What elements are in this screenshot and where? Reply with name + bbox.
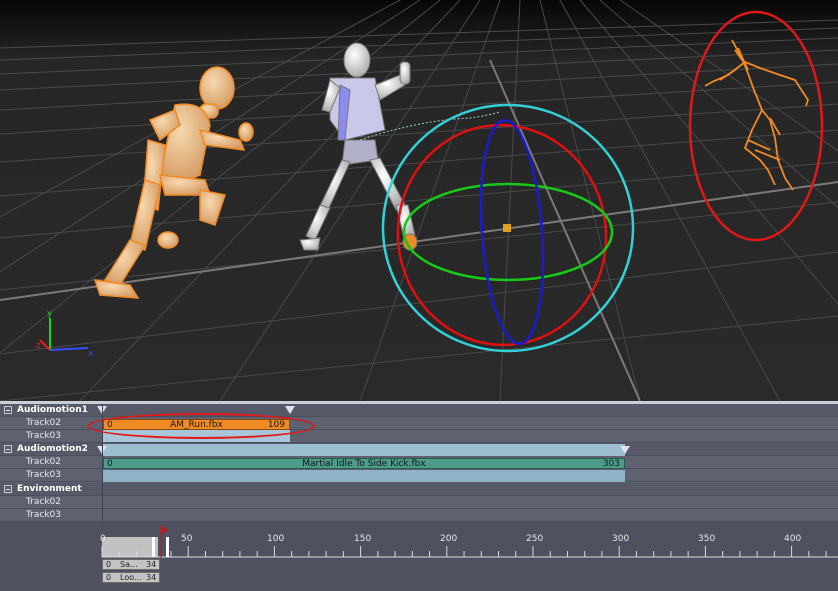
cue-start: 0: [106, 573, 112, 582]
track-label: Track03: [26, 431, 62, 441]
track-label: Track02: [26, 457, 62, 467]
clip-span-run: [103, 430, 290, 442]
axis-label-y: y: [47, 309, 53, 319]
cue-name: Sa...: [120, 560, 138, 569]
clip-name: Martial Idle To Side Kick.fbx: [302, 459, 426, 469]
ruler-tick-label: 200: [440, 534, 458, 544]
3d-viewport[interactable]: y z x: [0, 0, 838, 401]
clip-end-marker[interactable]: [620, 446, 630, 454]
cue-name: Loo...: [120, 573, 142, 582]
cue-start: 0: [106, 560, 112, 569]
cue-end: 34: [146, 560, 157, 569]
track-editor[interactable]: Audiomotion1 Track02 Track03 Audiomotion…: [0, 404, 838, 522]
collapse-toggle-icon[interactable]: [4, 406, 12, 414]
track-group-audiomotion1[interactable]: Audiomotion1: [0, 404, 838, 417]
ruler-tick-label: 150: [354, 534, 372, 544]
axis-label-z: z: [36, 341, 41, 351]
track-row[interactable]: Track03: [0, 509, 838, 522]
group-label: Environment: [17, 484, 82, 494]
clip-span-kick: [103, 444, 625, 456]
audio-cue[interactable]: 0 Sa... 34: [102, 559, 160, 570]
ruler-tick-label: 350: [698, 534, 716, 544]
clip-end-marker[interactable]: [285, 406, 295, 414]
track-header-divider[interactable]: [102, 404, 103, 522]
track-row[interactable]: Track02: [0, 496, 838, 509]
collapse-toggle-icon[interactable]: [4, 485, 12, 493]
group-label: Audiomotion1: [17, 405, 88, 415]
playhead[interactable]: [152, 525, 169, 558]
track-label: Track02: [26, 418, 62, 428]
ruler-tick-label: 300: [612, 534, 630, 544]
track-label: Track03: [26, 470, 62, 480]
timeline-ruler[interactable]: 0 50 100 150 200 250 300 350 400 0 Sa...…: [0, 522, 838, 591]
viewport-scene[interactable]: y z x: [0, 0, 838, 401]
ruler-tick-label: 400: [784, 534, 802, 544]
clip-name: AM_Run.fbx: [170, 420, 223, 430]
cue-end: 34: [146, 573, 157, 582]
ruler-tick-label: 50: [181, 534, 193, 544]
clip-end-frame: 109: [267, 420, 285, 430]
track-label: Track02: [26, 497, 62, 507]
clip-am-run[interactable]: 0 AM_Run.fbx 109: [103, 419, 290, 430]
clip-span-kick-lower: [103, 470, 625, 482]
ruler-tick-label: 0: [100, 534, 106, 544]
axis-label-x: x: [88, 349, 94, 359]
track-label: Track03: [26, 510, 62, 520]
clip-end-frame: 303: [602, 459, 620, 469]
track-group-environment[interactable]: Environment: [0, 483, 838, 496]
collapse-toggle-icon[interactable]: [4, 445, 12, 453]
audio-cue[interactable]: 0 Loo... 34: [102, 572, 160, 583]
ruler-tick-label: 250: [526, 534, 544, 544]
clip-martial-kick[interactable]: 0 Martial Idle To Side Kick.fbx 303: [103, 458, 625, 469]
ruler-tick-label: 100: [267, 534, 285, 544]
group-label: Audiomotion2: [17, 444, 88, 454]
